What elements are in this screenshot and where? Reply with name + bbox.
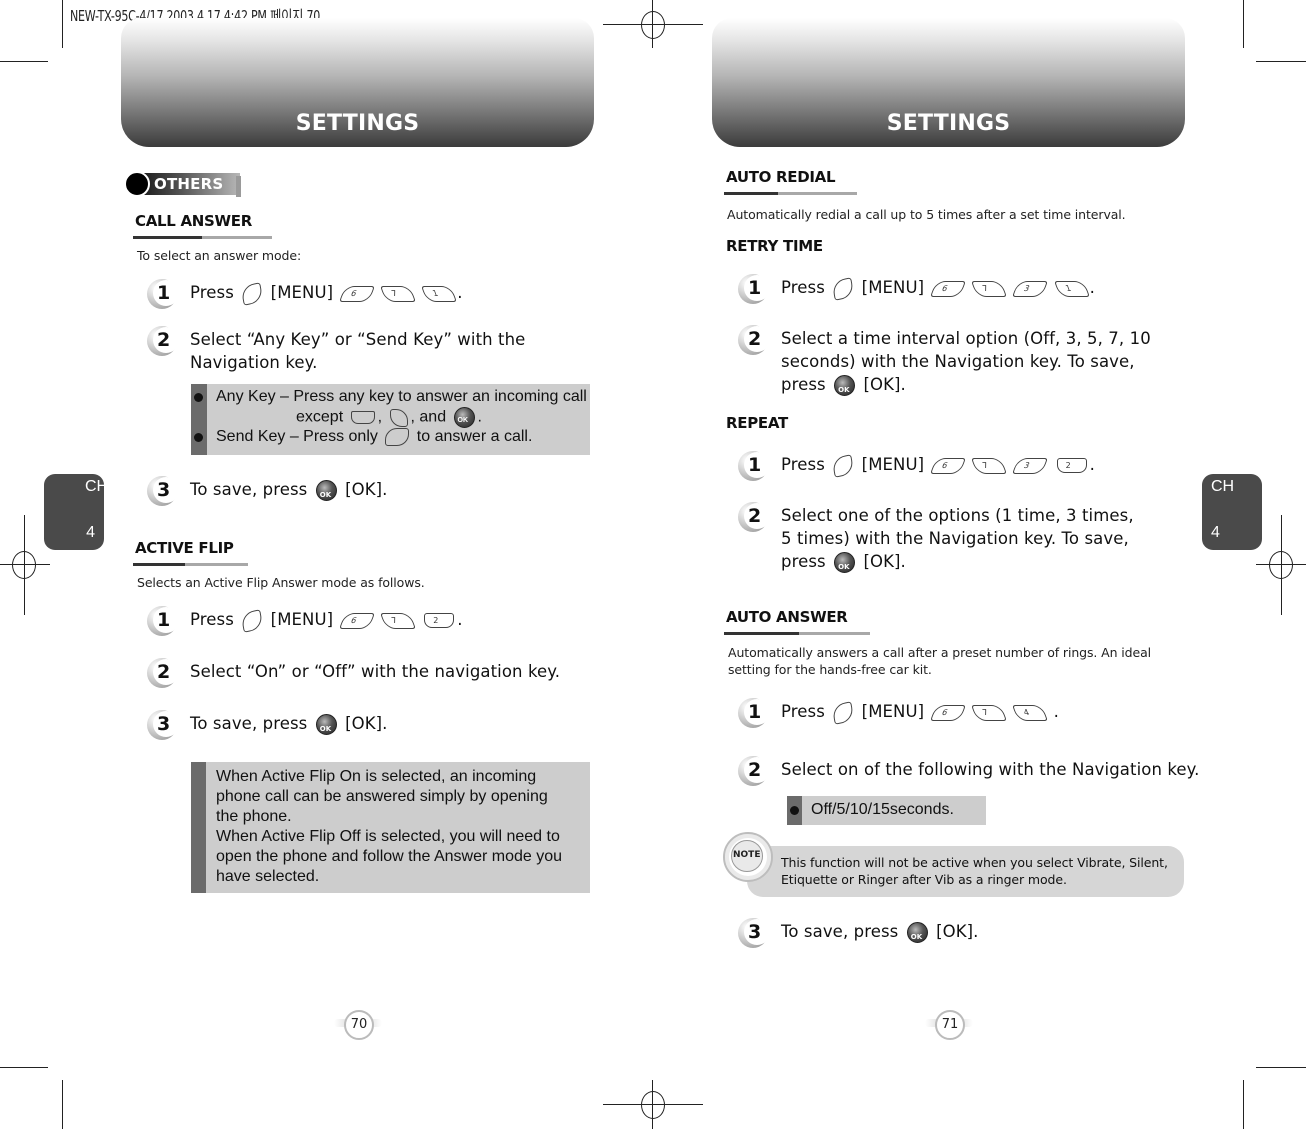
key-7-icon: 7 (380, 612, 416, 629)
banner-title: SETTINGS (295, 111, 420, 136)
ok-key-icon: OK (453, 407, 475, 428)
ok-key-icon: OK (834, 375, 856, 396)
left-soft-key-icon (831, 453, 855, 478)
key-2-icon: 2 (1056, 458, 1087, 473)
key-7-icon: 7 (971, 704, 1007, 721)
ok-key-icon: OK (315, 480, 337, 501)
section-title: AUTO ANSWER (726, 608, 848, 626)
crop-mark (0, 61, 48, 62)
ok-key-icon: OK (906, 922, 928, 943)
section-title: ACTIVE FLIP (135, 539, 234, 557)
bullet-icon (194, 433, 203, 442)
bullet-icon (790, 806, 799, 815)
active-flip-info-text: When Active Flip On is selected, an inco… (216, 768, 563, 885)
step-number: 3 (147, 710, 179, 740)
step-number: 3 (147, 476, 179, 506)
step-number: 2 (738, 325, 770, 355)
key-7-icon: 7 (971, 457, 1007, 474)
left-soft-key-icon (831, 276, 855, 301)
clear-key-icon (350, 411, 375, 424)
left-soft-key-icon (240, 281, 264, 306)
section-description: Automatically answers a call after a pre… (728, 645, 1152, 677)
registration-mark (641, 1091, 665, 1119)
key-3-icon: 3 (1012, 280, 1049, 297)
page-number-right: 71 (935, 1010, 965, 1040)
step-number: 1 (738, 451, 770, 481)
banner-title: SETTINGS (886, 111, 1011, 136)
chapter-tab-right: CH 4 (1202, 474, 1262, 550)
step-number: 1 (738, 698, 770, 728)
ok-key-icon: OK (834, 552, 856, 573)
crop-mark (0, 1067, 48, 1068)
step-number: 1 (147, 606, 179, 636)
step-number: 2 (738, 756, 770, 786)
key-7-icon: 7 (971, 280, 1007, 297)
section-description: Automatically redial a call up to 5 time… (727, 207, 1126, 222)
key-6-icon: 6 (338, 612, 375, 629)
badge-dot-icon (124, 171, 150, 197)
crop-mark (1256, 61, 1306, 62)
step-number: 3 (738, 918, 770, 948)
key-6-icon: 6 (929, 704, 966, 721)
bullet-send-key: Send Key – Press only to answer a call. (216, 427, 533, 446)
chapter-number: 4 (1211, 524, 1220, 541)
step-number: 1 (738, 274, 770, 304)
key-4-icon: 4 (1012, 704, 1049, 721)
crop-mark (1243, 0, 1244, 48)
subsection-title: REPEAT (726, 414, 788, 432)
key-6-icon: 6 (338, 285, 375, 302)
key-3-icon: 3 (1012, 457, 1049, 474)
chapter-label: CH (1211, 478, 1235, 495)
left-soft-key-icon (240, 608, 264, 633)
key-6-icon: 6 (929, 457, 966, 474)
chapter-label: CH (85, 478, 109, 495)
section-title: CALL ANSWER (135, 212, 252, 230)
bullet-any-key: Any Key – Press any key to answer an inc… (216, 387, 587, 428)
registration-mark (1269, 551, 1293, 579)
chapter-number: 4 (86, 524, 95, 541)
bullet-icon (194, 393, 203, 402)
key-1-icon: 1 (421, 285, 458, 302)
option-text: Off/5/10/15seconds. (811, 801, 954, 818)
key-6-icon: 6 (929, 280, 966, 297)
registration-mark (12, 551, 36, 579)
registration-mark (641, 11, 665, 39)
header-banner-left: SETTINGS (121, 18, 594, 147)
section-title: AUTO REDIAL (726, 168, 836, 186)
left-soft-key-icon (831, 700, 855, 725)
crop-mark (1243, 1080, 1244, 1129)
key-1-icon: 1 (1053, 280, 1090, 297)
chapter-tab-left: CH 4 (44, 474, 109, 550)
step-number: 2 (147, 326, 179, 356)
subsection-title: RETRY TIME (726, 237, 823, 255)
send-key-icon (385, 427, 410, 446)
crop-mark (1256, 1067, 1306, 1068)
step-number: 2 (738, 502, 770, 532)
step-number: 2 (147, 658, 179, 688)
note-icon: NOTE (723, 832, 773, 882)
key-2-icon: 2 (424, 613, 455, 628)
key-7-icon: 7 (380, 285, 416, 302)
header-banner-right: SETTINGS (712, 18, 1185, 147)
page-number-left: 70 (344, 1010, 374, 1040)
section-description: Selects an Active Flip Answer mode as fo… (137, 575, 425, 590)
note-text: This function will not be active when yo… (781, 855, 1168, 887)
ok-key-icon: OK (315, 714, 337, 735)
section-description: To select an answer mode: (137, 248, 302, 263)
end-key-icon (389, 408, 408, 427)
section-badge: OTHERS (124, 171, 241, 197)
step-number: 1 (147, 279, 179, 309)
crop-mark (62, 0, 63, 48)
crop-mark (62, 1080, 63, 1129)
section-badge-label: OTHERS (154, 175, 224, 193)
